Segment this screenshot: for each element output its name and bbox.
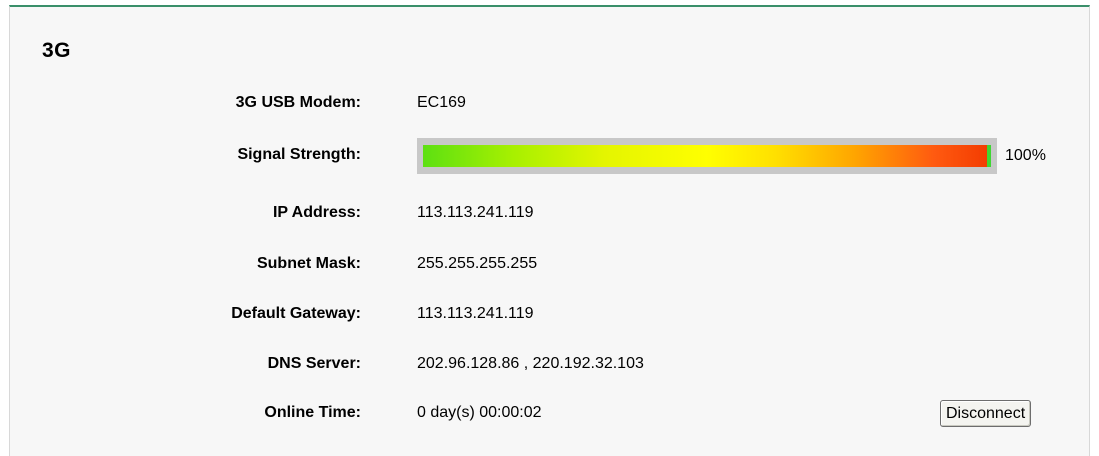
dns-label: DNS Server:: [267, 355, 361, 372]
disconnect-button[interactable]: Disconnect: [940, 400, 1032, 427]
subnet-row: Subnet Mask: 255.255.255.255: [0, 250, 1099, 280]
gateway-value: 113.113.241.119: [417, 305, 534, 322]
signal-fill: [423, 145, 991, 167]
dns-value: 202.96.128.86 , 220.192.32.103: [417, 355, 644, 372]
status-panel: 3G: [9, 5, 1090, 456]
signal-end-marker: [987, 145, 991, 167]
subnet-value: 255.255.255.255: [417, 255, 538, 272]
signal-label: Signal Strength:: [237, 146, 361, 163]
signal-row: Signal Strength: 100%: [0, 137, 1099, 177]
gateway-row: Default Gateway: 113.113.241.119: [0, 300, 1099, 330]
modem-label: 3G USB Modem:: [235, 94, 361, 111]
signal-strength-bar: [417, 138, 997, 174]
online-time-row: Online Time: 0 day(s) 00:00:02: [0, 399, 1099, 429]
signal-track: [423, 145, 991, 167]
dns-row: DNS Server: 202.96.128.86 , 220.192.32.1…: [0, 350, 1099, 380]
online-time-label: Online Time:: [264, 404, 361, 421]
ip-value: 113.113.241.119: [417, 204, 534, 221]
online-time-value: 0 day(s) 00:00:02: [417, 404, 542, 421]
section-title: 3G: [42, 39, 72, 62]
modem-value: EC169: [417, 94, 466, 111]
signal-percent: 100%: [1005, 147, 1046, 164]
gateway-label: Default Gateway:: [231, 305, 361, 322]
ip-row: IP Address: 113.113.241.119: [0, 199, 1099, 229]
ip-label: IP Address:: [272, 204, 361, 221]
subnet-label: Subnet Mask:: [256, 255, 361, 272]
modem-row: 3G USB Modem: EC169: [0, 89, 1099, 119]
